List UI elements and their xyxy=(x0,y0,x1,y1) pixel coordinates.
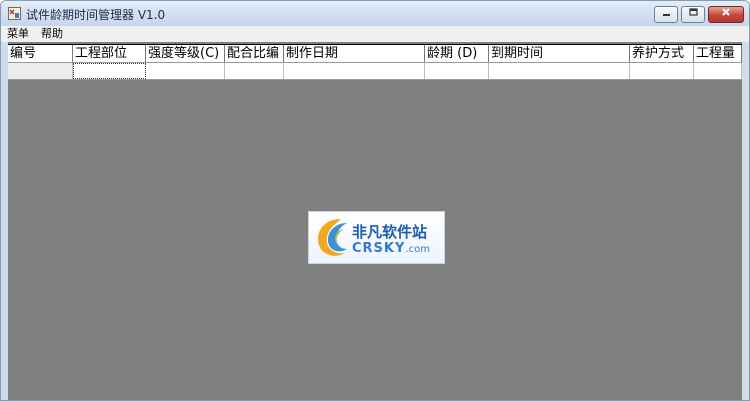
maximize-button[interactable] xyxy=(681,6,705,23)
watermark-domain: .com xyxy=(405,244,430,255)
menu-item-menu[interactable]: 菜单 xyxy=(1,26,35,42)
swirl-logo-icon xyxy=(317,219,347,256)
menu-bar: 菜单 帮助 xyxy=(1,26,749,42)
location-cell[interactable] xyxy=(73,63,146,79)
title-bar[interactable]: 试件龄期时间管理器 V1.0 xyxy=(1,1,749,26)
curing-cell[interactable] xyxy=(630,63,694,79)
watermark-title: 非凡软件站 xyxy=(352,223,428,241)
quantity-cell[interactable] xyxy=(694,63,742,79)
strength-cell[interactable] xyxy=(146,63,225,79)
maximize-icon xyxy=(688,8,698,16)
due-time-cell[interactable] xyxy=(489,63,630,79)
grid-area: 编号 工程部位 强度等级(C) 配合比编 制作日期 龄期 (D) 到期时间 养护… xyxy=(8,42,742,400)
age-cell[interactable] xyxy=(425,63,489,79)
minimize-button[interactable] xyxy=(654,6,678,23)
minimize-icon xyxy=(662,14,670,16)
column-header-make-date[interactable]: 制作日期 xyxy=(284,45,425,63)
app-icon xyxy=(8,7,21,20)
watermark-subtitle: CRSKY.com xyxy=(352,241,430,256)
table-row xyxy=(8,62,742,80)
close-icon xyxy=(722,8,730,16)
column-header-mix-ratio[interactable]: 配合比编 xyxy=(225,45,284,63)
grid-header: 编号 工程部位 强度等级(C) 配合比编 制作日期 龄期 (D) 到期时间 养护… xyxy=(8,44,742,63)
menu-item-help[interactable]: 帮助 xyxy=(35,26,69,42)
make-date-cell[interactable] xyxy=(284,63,425,79)
column-header-strength[interactable]: 强度等级(C) xyxy=(146,45,225,63)
column-header-location[interactable]: 工程部位 xyxy=(73,45,146,63)
watermark-brand: CRSKY xyxy=(352,241,406,256)
window-controls xyxy=(651,6,744,23)
app-window: 试件龄期时间管理器 V1.0 菜单 帮助 编号 工程部位 强度等级(C) 配合比… xyxy=(0,0,750,401)
watermark-logo: 非凡软件站 CRSKY.com xyxy=(308,211,445,264)
column-header-age[interactable]: 龄期 (D) xyxy=(425,45,489,63)
column-header-due-time[interactable]: 到期时间 xyxy=(489,45,630,63)
mix-ratio-cell[interactable] xyxy=(225,63,284,79)
window-title: 试件龄期时间管理器 V1.0 xyxy=(26,8,166,22)
row-header-cell[interactable] xyxy=(8,63,73,79)
close-button[interactable] xyxy=(708,6,744,23)
column-header-id[interactable]: 编号 xyxy=(8,45,73,63)
column-header-curing[interactable]: 养护方式 xyxy=(630,45,694,63)
column-header-quantity[interactable]: 工程量 xyxy=(694,45,742,63)
